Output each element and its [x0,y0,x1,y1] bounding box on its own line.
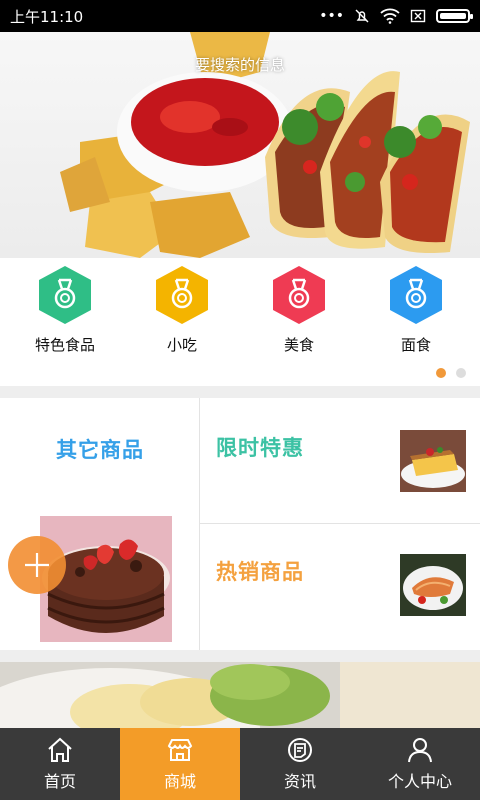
hot-sales-card[interactable]: 热销商品 [200,524,480,650]
dessert-thumbnail [400,430,466,492]
salmon-thumbnail [400,554,466,616]
page-dot[interactable] [456,368,466,378]
mute-icon [355,9,369,23]
section-divider [0,386,480,398]
tab-label: 商城 [163,772,196,791]
category-label: 面食 [400,336,431,354]
battery-icon [436,9,473,23]
add-floating-button[interactable] [8,536,66,594]
page-indicator [436,368,466,378]
hot-sales-title: 热销商品 [216,560,304,584]
tab-label: 个人中心 [387,772,452,791]
medal-icon [390,266,442,324]
sim-off-icon [410,9,426,23]
seafood-image [0,662,480,728]
status-time: 上午11:10 [10,7,84,26]
promo-image[interactable] [0,662,480,728]
hero-banner[interactable]: 要搜索的信息 [0,32,480,258]
status-bar: 上午11:10 ••• [0,0,480,32]
medal-icon [156,266,208,324]
wifi-icon [380,8,400,24]
medal-icon [273,266,325,324]
feature-grid: 其它商品 限时特惠 热销商品 [0,398,480,650]
other-goods-title: 其它商品 [56,438,144,462]
category-label: 特色食品 [34,336,95,354]
section-divider [0,650,480,662]
status-icons: ••• [319,8,473,24]
page-dot-active[interactable] [436,368,446,378]
tab-profile[interactable]: 个人中心 [360,728,480,800]
category-item-noodles[interactable]: 面食 [366,264,466,355]
bottom-tab-bar: 首页 商城 资讯 个人中心 [0,728,480,800]
other-goods-card[interactable]: 其它商品 [0,398,200,650]
category-row: 特色食品 小吃 美食 面食 [0,258,480,386]
tab-news[interactable]: 资讯 [240,728,360,800]
plus-icon [25,553,49,577]
tab-label: 资讯 [283,772,316,791]
medal-icon [39,266,91,324]
category-label: 美食 [283,336,314,354]
tab-shop[interactable]: 商城 [120,728,240,800]
app-screen: 上午11:10 ••• 要搜索的信息 特色食品 小吃 美食 面食 其它商品 限时… [0,0,480,800]
tab-label: 首页 [43,772,76,791]
category-label: 小吃 [166,336,197,354]
category-item-specialty[interactable]: 特色食品 [15,264,115,355]
user-icon [408,738,432,763]
shop-icon [167,739,193,761]
news-icon [288,738,312,762]
limited-offer-title: 限时特惠 [216,436,304,460]
category-item-snacks[interactable]: 小吃 [132,264,232,355]
more-dots-icon: ••• [319,8,344,24]
limited-offer-card[interactable]: 限时特惠 [200,398,480,524]
home-icon [48,737,72,762]
search-hint[interactable]: 要搜索的信息 [0,54,480,75]
category-item-cuisine[interactable]: 美食 [249,264,349,355]
tab-home[interactable]: 首页 [0,728,120,800]
